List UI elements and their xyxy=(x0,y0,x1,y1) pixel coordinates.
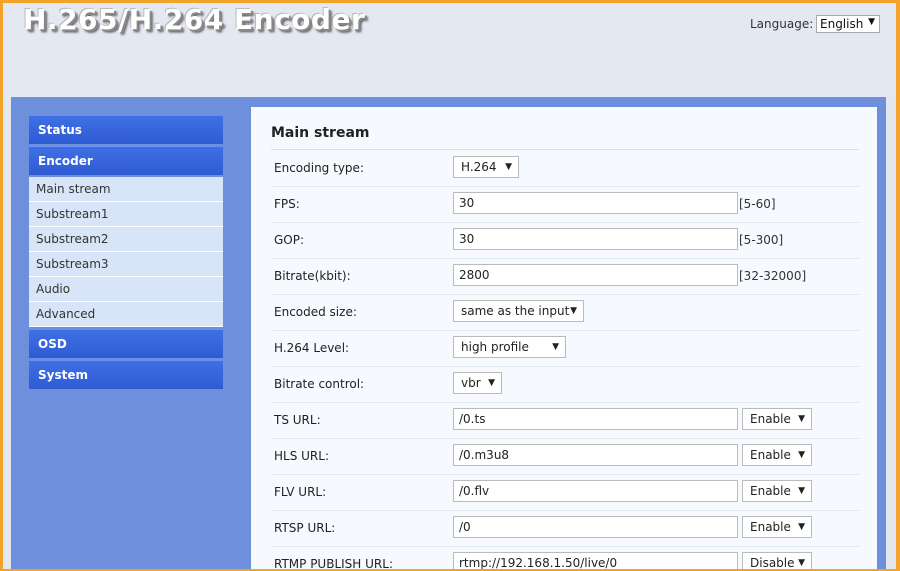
rtmp-url-input[interactable] xyxy=(453,552,738,569)
chevron-down-icon: ▼ xyxy=(798,450,805,460)
encoding-type-select[interactable]: H.264 ▼ xyxy=(453,156,519,178)
rtsp-url-state: Enable xyxy=(750,520,791,534)
hls-url-label: HLS URL: xyxy=(274,449,329,463)
gop-range: [5-300] xyxy=(739,233,784,247)
ts-url-label: TS URL: xyxy=(274,413,321,427)
nav-substream3[interactable]: Substream3 xyxy=(29,252,223,277)
bitrate-range: [32-32000] xyxy=(739,269,807,283)
encoded-size-label: Encoded size: xyxy=(274,305,357,319)
flv-url-label: FLV URL: xyxy=(274,485,327,499)
bitrate-control-select[interactable]: vbr ▼ xyxy=(453,372,502,394)
bitrate-label: Bitrate(kbit): xyxy=(274,269,351,283)
nav-substream1[interactable]: Substream1 xyxy=(29,202,223,227)
row-ts-url: TS URL: Enable ▼ xyxy=(271,402,859,439)
chevron-down-icon: ▼ xyxy=(798,414,805,424)
content-panel: Main stream Encoding type: H.264 ▼ FPS: … xyxy=(251,107,877,569)
hls-url-state: Enable xyxy=(750,448,791,462)
bitrate-control-label: Bitrate control: xyxy=(274,377,365,391)
nav-advanced[interactable]: Advanced xyxy=(29,302,223,327)
rtsp-url-input[interactable] xyxy=(453,516,738,538)
nav-osd[interactable]: OSD xyxy=(29,329,223,358)
encoding-type-label: Encoding type: xyxy=(274,161,364,175)
encoding-type-value: H.264 xyxy=(461,160,497,174)
row-encoded-size: Encoded size: same as the input ▼ xyxy=(271,294,859,331)
rtmp-url-state: Disable xyxy=(750,556,795,569)
fps-range: [5-60] xyxy=(739,197,776,211)
app-title: H.265/H.264 Encoder xyxy=(23,3,366,36)
fps-label: FPS: xyxy=(274,197,300,211)
chevron-down-icon: ▼ xyxy=(798,558,805,568)
language-value: English xyxy=(820,17,864,31)
rtsp-url-label: RTSP URL: xyxy=(274,521,336,535)
chevron-down-icon: ▼ xyxy=(798,522,805,532)
row-gop: GOP: [5-300] xyxy=(271,222,859,259)
flv-url-input[interactable] xyxy=(453,480,738,502)
row-fps: FPS: [5-60] xyxy=(271,186,859,223)
row-flv-url: FLV URL: Enable ▼ xyxy=(271,474,859,511)
hls-url-state-select[interactable]: Enable ▼ xyxy=(742,444,812,466)
bitrate-control-value: vbr xyxy=(461,376,481,390)
gop-input[interactable] xyxy=(453,228,738,250)
chevron-down-icon: ▼ xyxy=(868,17,875,27)
row-rtmp-url: RTMP PUBLISH URL: Disable ▼ xyxy=(271,546,859,569)
flv-url-state: Enable xyxy=(750,484,791,498)
encoder-submenu: Main stream Substream1 Substream2 Substr… xyxy=(29,177,223,327)
ts-url-state: Enable xyxy=(750,412,791,426)
hls-url-input[interactable] xyxy=(453,444,738,466)
rtsp-url-state-select[interactable]: Enable ▼ xyxy=(742,516,812,538)
row-rtsp-url: RTSP URL: Enable ▼ xyxy=(271,510,859,547)
chevron-down-icon: ▼ xyxy=(798,486,805,496)
encoded-size-value: same as the input xyxy=(461,304,570,318)
chevron-down-icon: ▼ xyxy=(488,378,495,388)
nav-main-stream[interactable]: Main stream xyxy=(29,177,223,202)
main-area: Status Encoder Main stream Substream1 Su… xyxy=(11,97,886,569)
ts-url-state-select[interactable]: Enable ▼ xyxy=(742,408,812,430)
nav-encoder[interactable]: Encoder xyxy=(29,146,223,175)
page-title: Main stream xyxy=(271,125,370,141)
row-hls-url: HLS URL: Enable ▼ xyxy=(271,438,859,475)
encoded-size-select[interactable]: same as the input ▼ xyxy=(453,300,584,322)
gop-label: GOP: xyxy=(274,233,305,247)
level-label: H.264 Level: xyxy=(274,341,350,355)
nav-substream2[interactable]: Substream2 xyxy=(29,227,223,252)
header: H.265/H.264 Encoder Language: English ▼ xyxy=(3,3,896,97)
level-value: high profile xyxy=(461,340,529,354)
flv-url-state-select[interactable]: Enable ▼ xyxy=(742,480,812,502)
row-encoding-type: Encoding type: H.264 ▼ xyxy=(271,150,859,187)
ts-url-input[interactable] xyxy=(453,408,738,430)
chevron-down-icon: ▼ xyxy=(570,306,577,316)
language-label: Language: xyxy=(750,17,814,31)
bitrate-input[interactable] xyxy=(453,264,738,286)
sidebar: Status Encoder Main stream Substream1 Su… xyxy=(29,115,223,391)
chevron-down-icon: ▼ xyxy=(505,162,512,172)
row-bitrate-control: Bitrate control: vbr ▼ xyxy=(271,366,859,403)
level-select[interactable]: high profile ▼ xyxy=(453,336,566,358)
row-level: H.264 Level: high profile ▼ xyxy=(271,330,859,367)
nav-status[interactable]: Status xyxy=(29,115,223,144)
row-bitrate: Bitrate(kbit): [32-32000] xyxy=(271,258,859,295)
fps-input[interactable] xyxy=(453,192,738,214)
chevron-down-icon: ▼ xyxy=(552,342,559,352)
nav-system[interactable]: System xyxy=(29,360,223,389)
language-select[interactable]: English ▼ xyxy=(816,15,880,33)
rtmp-url-state-select[interactable]: Disable ▼ xyxy=(742,552,812,569)
rtmp-url-label: RTMP PUBLISH URL: xyxy=(274,557,393,569)
app-frame: H.265/H.264 Encoder Language: English ▼ … xyxy=(3,3,896,569)
nav-audio[interactable]: Audio xyxy=(29,277,223,302)
